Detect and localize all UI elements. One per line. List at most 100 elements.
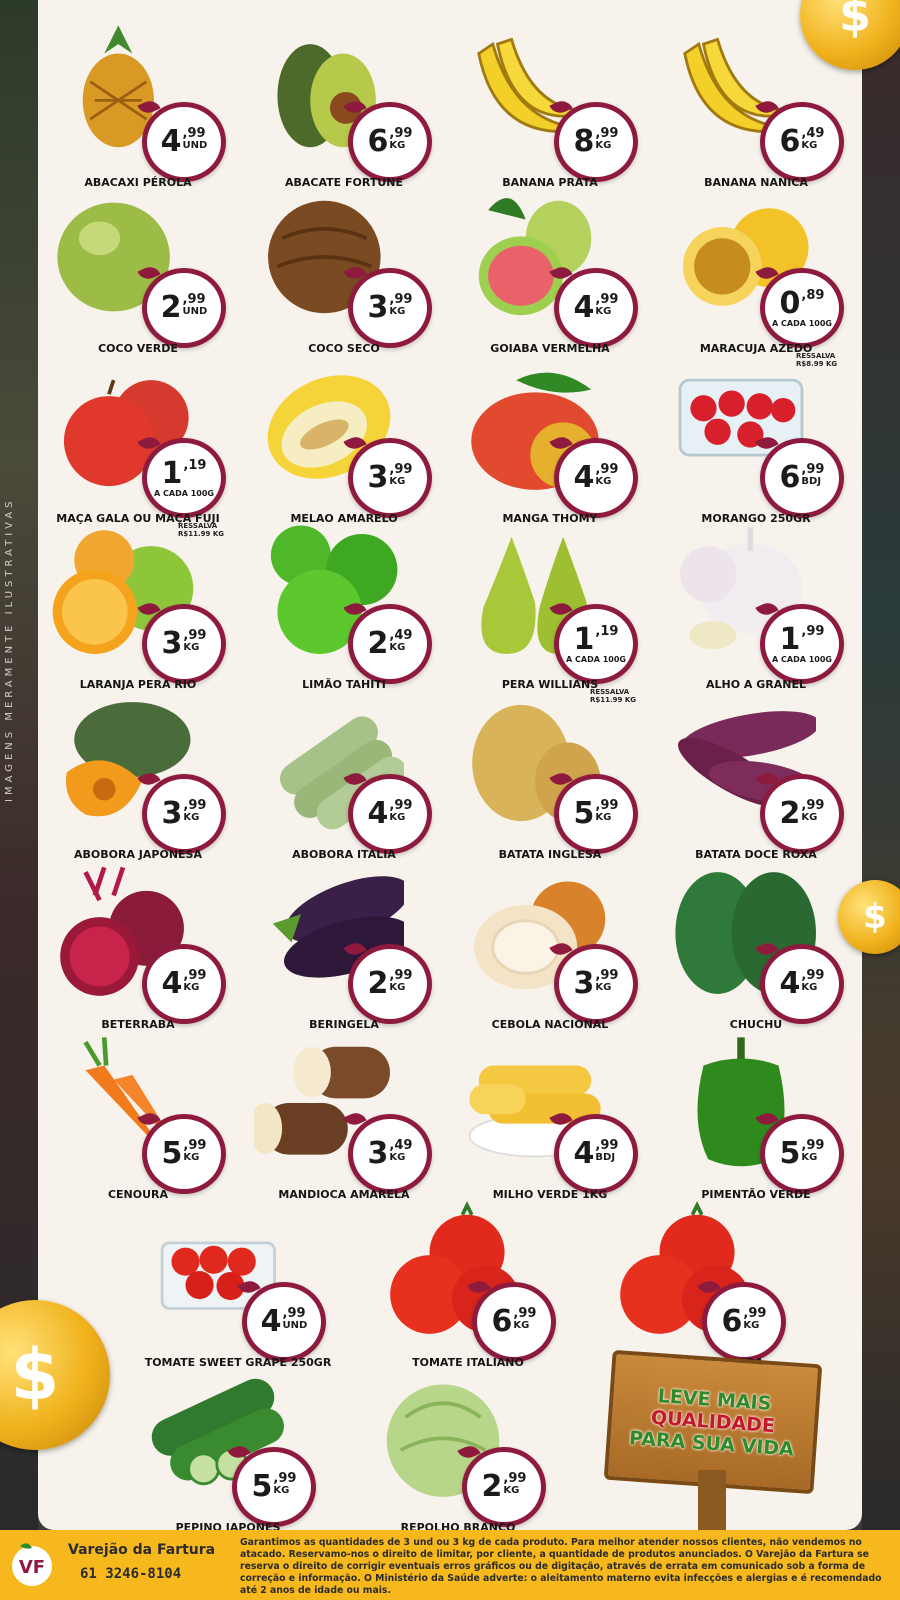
product-card: 1 ,19 A CADA 100G PERA WILLIANS RESSALVA…: [450, 512, 656, 704]
price-unit: KG: [389, 1152, 406, 1163]
price-integer: 6: [721, 1304, 743, 1339]
price-ressalva: RESSALVA R$11.99 KG: [178, 522, 225, 538]
price-ressalva: RESSALVA R$8.99 KG: [796, 352, 838, 368]
price-unit: KG: [595, 982, 612, 993]
product-card: 2 ,99 UND COCO VERDE: [38, 176, 244, 366]
price-unit: UND: [182, 140, 208, 151]
price-tag: 5 ,99 KG: [755, 1109, 844, 1194]
price-integer: 5: [779, 1136, 801, 1171]
price-integer: 4: [779, 966, 801, 1001]
price-cents: ,99: [183, 628, 207, 643]
product-name: MANDIOCA AMARELA: [278, 1188, 410, 1201]
price-unit: KG: [595, 140, 612, 151]
product-name: ABOBORA ITALIA: [292, 848, 396, 861]
product-card: 4 ,99 UND TOMATE SWEET GRAPE 250GR: [138, 1190, 344, 1380]
price-cents: ,49: [389, 628, 413, 643]
price-unit: KG: [801, 140, 818, 151]
price-tag: 4 ,99 UND: [237, 1277, 326, 1362]
price-integer: 2: [367, 966, 389, 1001]
product-name: BETERRABA: [101, 1018, 175, 1031]
product-name: BATATA INGLESA: [498, 848, 602, 861]
product-name: MANGA THOMY: [502, 512, 598, 525]
product-name: MELAO AMARELO: [290, 512, 398, 525]
price-cents: ,99: [595, 1138, 619, 1153]
product-name: ABACAXI PÉROLA: [84, 176, 192, 189]
price-integer: 4: [367, 796, 389, 831]
price-tag: 6 ,99 KG: [697, 1277, 786, 1362]
product-card: 6 ,99 KG ABACATE FORTUNE: [244, 10, 450, 200]
price-unit: KG: [595, 306, 612, 317]
price-cents: ,49: [389, 1138, 413, 1153]
price-cents: ,99: [595, 968, 619, 983]
price-unit: KG: [183, 982, 200, 993]
price-unit: KG: [595, 812, 612, 823]
product-card: 1 ,99 A CADA 100G ALHO A GRANEL: [656, 512, 862, 702]
price-integer: 3: [367, 460, 389, 495]
price-tag: 4 ,99 KG: [549, 263, 638, 348]
price-unit: BDJ: [595, 1152, 616, 1163]
product-name: CEBOLA NACIONAL: [491, 1018, 609, 1031]
price-note: A CADA 100G: [154, 488, 214, 498]
price-unit: KG: [801, 982, 818, 993]
price-cents: ,49: [801, 126, 825, 141]
price-tag: 6 ,99 BDJ: [755, 433, 844, 518]
price-integer: 4: [161, 966, 183, 1001]
price-tag: 4 ,99 KG: [343, 769, 432, 854]
legal-disclaimer: Garantimos as quantidades de 3 und ou 3 …: [240, 1537, 882, 1596]
price-unit: KG: [801, 812, 818, 823]
product-panel: 2 ,99 KG REPOLHO BRANCO 5 ,99 KG PEPINO …: [38, 0, 862, 1530]
product-card: 4 ,99 UND ABACAXI PÉROLA: [38, 10, 244, 200]
price-integer: 3: [161, 796, 183, 831]
price-note: A CADA 100G: [566, 654, 626, 664]
store-phone: 61 3246-8104: [80, 1566, 182, 1582]
price-tag: 5 ,99 KG: [549, 769, 638, 854]
price-tag: 6 ,99 KG: [467, 1277, 556, 1362]
product-name: ABACATE FORTUNE: [285, 176, 403, 189]
product-card: 8 ,99 KG BANANA PRATA: [450, 10, 656, 200]
price-cents: ,99: [183, 968, 207, 983]
product-name: PEPINO JAPONES: [175, 1521, 281, 1530]
product-card: 5 ,99 KG BATATA INGLESA: [450, 682, 656, 872]
price-cents: ,89: [801, 287, 825, 303]
price-unit: KG: [595, 476, 612, 487]
price-tag: 4 ,99 BDJ: [549, 1109, 638, 1194]
price-unit: KG: [183, 1152, 200, 1163]
price-integer: 5: [573, 796, 595, 831]
price-cents: ,99: [801, 798, 825, 813]
price-unit: KG: [503, 1485, 520, 1496]
product-name: COCO SECO: [308, 342, 380, 355]
price-integer: 6: [491, 1304, 513, 1339]
price-unit: KG: [513, 1320, 530, 1331]
product-name: MILHO VERDE 1KG: [492, 1188, 608, 1201]
product-card: 4 ,99 KG GOIABA VERMELHA: [450, 176, 656, 366]
price-tag: 6 ,49 KG: [755, 97, 844, 182]
price-cents: ,99: [389, 798, 413, 813]
price-cents: ,19: [183, 457, 207, 473]
product-card: 0 ,89 A CADA 100G MARACUJA AZEDO RESSALV…: [656, 176, 862, 368]
price-tag: 3 ,99 KG: [343, 433, 432, 518]
price-unit: KG: [801, 1152, 818, 1163]
product-card: 2 ,99 KG BERINGELA: [244, 852, 450, 1042]
product-name: ALHO A GRANEL: [706, 678, 806, 691]
price-unit: KG: [389, 642, 406, 653]
price-cents: ,99: [182, 292, 206, 307]
sign-post: [698, 1470, 726, 1530]
product-card: 4 ,99 KG MANGA THOMY: [450, 346, 656, 536]
product-name: GOIABA VERMELHA: [490, 342, 610, 355]
product-name: CHUCHU: [729, 1018, 783, 1031]
price-tag: 5 ,99 KG: [137, 1109, 226, 1194]
product-name: REPOLHO BRANCO: [400, 1521, 516, 1530]
product-name: BERINGELA: [309, 1018, 379, 1031]
price-integer: 5: [161, 1136, 183, 1171]
price-tag: 0 ,89 A CADA 100G: [755, 263, 844, 348]
price-tag: 5 ,99 KG: [227, 1442, 316, 1527]
price-integer: 1: [573, 621, 595, 657]
price-integer: 3: [367, 290, 389, 325]
price-unit: KG: [389, 982, 406, 993]
price-integer: 3: [367, 1136, 389, 1171]
price-note: A CADA 100G: [772, 318, 832, 328]
price-cents: ,99: [801, 1138, 825, 1153]
product-name: LARANJA PERA RIO: [79, 678, 197, 691]
price-tag: 2 ,99 KG: [343, 939, 432, 1024]
price-tag: 2 ,99 KG: [755, 769, 844, 854]
